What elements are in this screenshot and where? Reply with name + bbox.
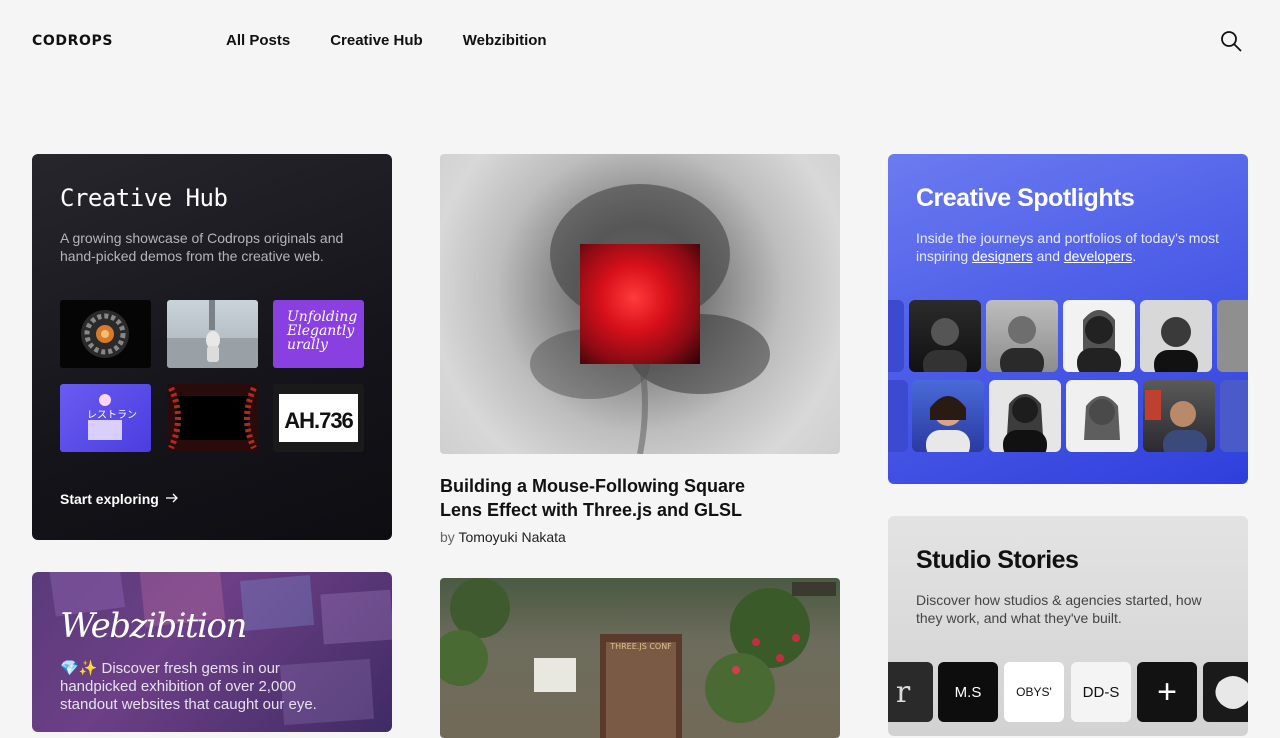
portrait-tile[interactable] bbox=[1143, 380, 1215, 452]
spotlights-description: Inside the journeys and portfolios of to… bbox=[916, 229, 1226, 265]
lens-square bbox=[580, 244, 700, 364]
spotlights-desc-end: . bbox=[1132, 248, 1137, 264]
studio-logo-tile[interactable]: r bbox=[888, 662, 933, 722]
developers-link[interactable]: developers bbox=[1064, 248, 1133, 264]
byline-prefix: by bbox=[440, 529, 455, 545]
site-logo[interactable]: CODROPS bbox=[32, 33, 113, 49]
portrait-tile[interactable] bbox=[888, 380, 908, 452]
studio-logo-tile[interactable] bbox=[1203, 662, 1248, 722]
hub-thumb-figure[interactable] bbox=[167, 300, 258, 368]
studio-logo-text: M.S bbox=[954, 683, 982, 701]
studio-stories-card[interactable]: Studio Stories Discover how studios & ag… bbox=[888, 516, 1248, 736]
studio-logo-tile[interactable]: + bbox=[1137, 662, 1197, 722]
spotlights-desc-and: and bbox=[1032, 248, 1064, 264]
svg-text:THREE.JS CONF: THREE.JS CONF bbox=[609, 642, 672, 651]
webzibition-description: 💎✨ Discover fresh gems in our handpicked… bbox=[60, 660, 317, 713]
designers-link[interactable]: designers bbox=[972, 248, 1033, 264]
feature-article-title[interactable]: Building a Mouse-Following Square Lens E… bbox=[440, 474, 770, 522]
portrait-tile[interactable] bbox=[1220, 380, 1248, 452]
thumb-ah736-text: AH.736 bbox=[284, 408, 354, 433]
studio-description: Discover how studios & agencies started,… bbox=[916, 592, 1202, 626]
studio-logo-text: DD-S bbox=[1082, 683, 1120, 701]
portrait-tile[interactable] bbox=[1140, 300, 1212, 372]
author-link[interactable]: Tomoyuki Nakata bbox=[458, 529, 565, 545]
studio-logo-tile[interactable]: DD-S bbox=[1071, 662, 1131, 722]
hub-thumb-restaurant[interactable]: レストラン bbox=[60, 384, 151, 452]
portrait-tile[interactable] bbox=[989, 380, 1061, 452]
hub-description: A growing showcase of Codrops originals … bbox=[60, 230, 344, 264]
nav-all-posts[interactable]: All Posts bbox=[226, 32, 290, 49]
site-header: CODROPS All Posts Creative Hub Webzibiti… bbox=[0, 0, 1280, 82]
creative-hub-card[interactable]: Creative Hub A growing showcase of Codro… bbox=[32, 154, 392, 540]
hub-thumb-ah736[interactable]: AH.736 bbox=[273, 384, 364, 452]
hub-thumb-unfolding[interactable]: Unfolding Elegantly urally bbox=[273, 300, 364, 368]
arrow-right-icon bbox=[165, 491, 179, 507]
hub-thumb-orb[interactable] bbox=[60, 300, 151, 368]
nav-creative-hub[interactable]: Creative Hub bbox=[330, 32, 423, 49]
search-icon[interactable] bbox=[1220, 30, 1242, 52]
portrait-tile[interactable] bbox=[912, 380, 984, 452]
studio-logo-text: OBYS' bbox=[1016, 685, 1052, 699]
nav-webzibition[interactable]: Webzibition bbox=[463, 32, 547, 49]
start-exploring-link[interactable]: Start exploring bbox=[60, 491, 179, 507]
studio-logo-text: + bbox=[1157, 672, 1177, 711]
portrait-tile[interactable] bbox=[909, 300, 981, 372]
portrait-tile[interactable] bbox=[1063, 300, 1135, 372]
feature-article-byline: by Tomoyuki Nakata bbox=[440, 529, 566, 545]
portrait-tile[interactable] bbox=[1217, 300, 1248, 372]
creative-spotlights-card[interactable]: Creative Spotlights Inside the journeys … bbox=[888, 154, 1248, 484]
studio-title: Studio Stories bbox=[916, 546, 1079, 574]
webzibition-title: Webzibition bbox=[60, 606, 247, 646]
studio-logo-text: r bbox=[895, 674, 911, 710]
start-exploring-label: Start exploring bbox=[60, 491, 159, 507]
portrait-tile[interactable] bbox=[986, 300, 1058, 372]
main-nav: All Posts Creative Hub Webzibition bbox=[226, 32, 547, 49]
portrait-tile[interactable] bbox=[1066, 380, 1138, 452]
thumb-unfolding-text: Unfolding Elegantly urally bbox=[287, 309, 358, 353]
hub-thumb-tunnel[interactable] bbox=[167, 384, 258, 452]
portrait-tile[interactable] bbox=[888, 300, 904, 372]
hub-title: Creative Hub bbox=[60, 184, 228, 212]
spotlights-title: Creative Spotlights bbox=[916, 184, 1135, 212]
blob-logo-icon bbox=[1215, 676, 1248, 709]
studio-logo-tile[interactable]: OBYS' bbox=[1004, 662, 1064, 722]
feature-article-image[interactable] bbox=[440, 154, 840, 454]
garden-illustration: THREE.JS CONF bbox=[440, 578, 836, 738]
garden-article-image[interactable]: THREE.JS CONF bbox=[440, 578, 840, 738]
webzibition-card[interactable]: Webzibition 💎✨ Discover fresh gems in ou… bbox=[32, 572, 392, 732]
studio-logo-tile[interactable]: M.S bbox=[938, 662, 998, 722]
